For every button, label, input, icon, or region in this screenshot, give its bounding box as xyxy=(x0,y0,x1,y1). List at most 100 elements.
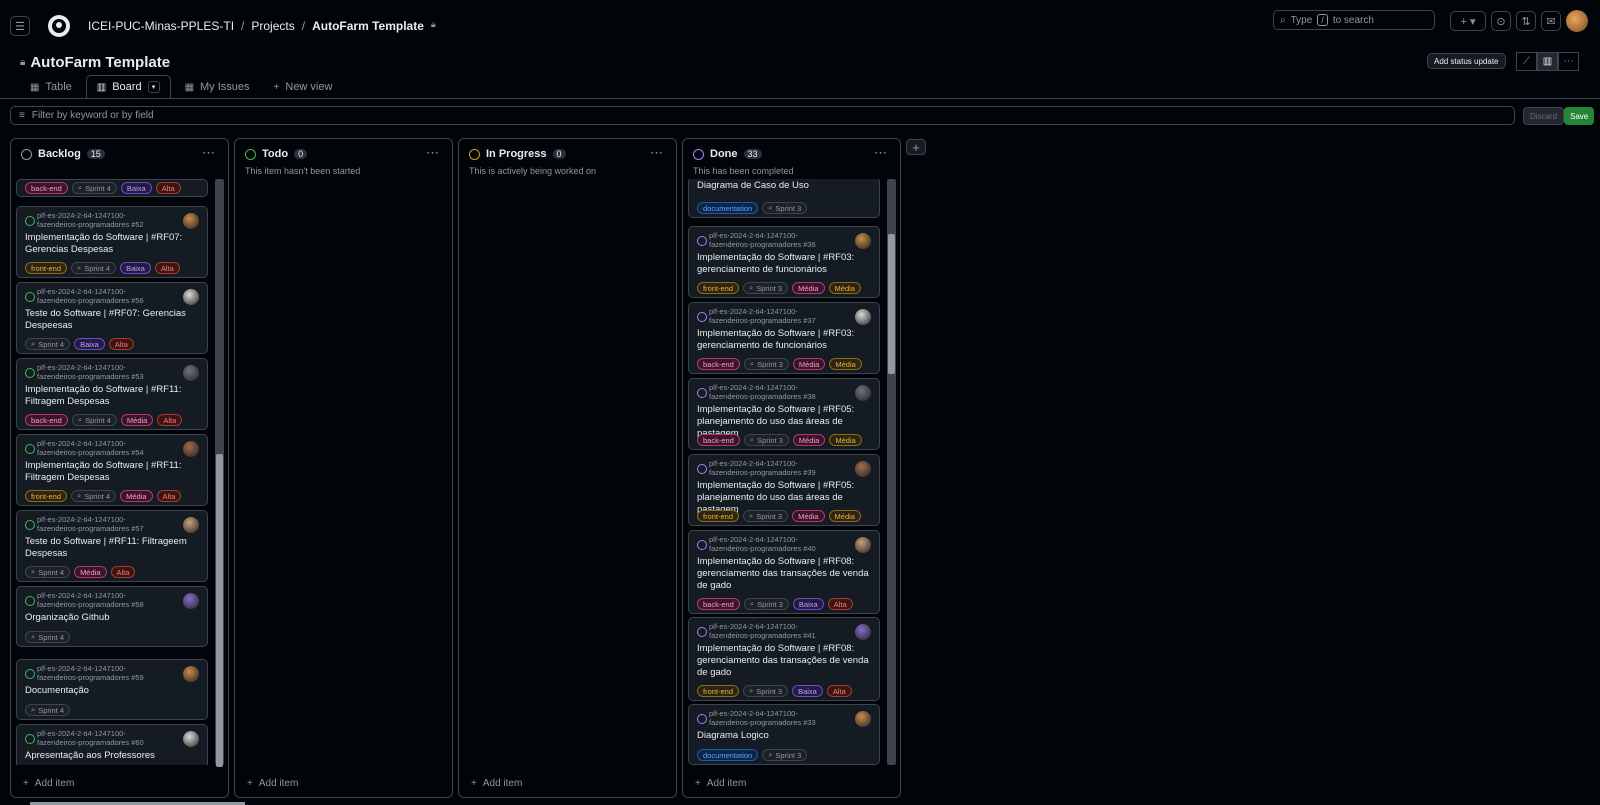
column-scrollbar[interactable] xyxy=(215,179,224,767)
side-panel-icon[interactable]: ▥ xyxy=(1537,52,1558,71)
issue-card[interactable]: plf-es-2024-2-ti4-1247100- fazendeiros-pr… xyxy=(16,510,208,582)
label-badge[interactable]: ⌕ Sprint 3 xyxy=(743,510,789,522)
issue-reference[interactable]: plf-es-2024-2-ti4-1247100- fazendeiros-pr… xyxy=(709,459,849,477)
label-badge[interactable]: Alta xyxy=(826,685,852,697)
issue-title[interactable]: Implementação do Software | #RF08: geren… xyxy=(697,643,871,679)
issue-reference[interactable]: plf-es-2024-2-ti4-1247100- fazendeiros-pr… xyxy=(37,729,177,747)
create-new-button[interactable]: + ▾ xyxy=(1450,11,1486,31)
issue-card[interactable]: back-end ⌕ Sprint 4 Baixa Alta xyxy=(16,179,208,197)
label-badge[interactable]: front-end xyxy=(697,510,740,522)
label-badge[interactable]: Média xyxy=(74,566,107,578)
chevron-down-icon[interactable]: ▾ xyxy=(147,81,160,93)
assignee-avatar[interactable] xyxy=(183,593,199,609)
assignee-avatar[interactable] xyxy=(183,213,199,229)
label-badge[interactable]: front-end xyxy=(697,282,740,294)
issue-title[interactable]: Implementação do Software | #RF08: geren… xyxy=(697,556,871,592)
label-badge[interactable]: ⌕ Sprint 3 xyxy=(762,749,808,761)
assignee-avatar[interactable] xyxy=(183,441,199,457)
tab-my-issues[interactable]: ▦ My Issues xyxy=(175,76,260,98)
label-badge[interactable]: Baixa xyxy=(792,685,823,697)
label-badge[interactable]: ⌕ Sprint 4 xyxy=(71,262,117,274)
issue-card[interactable]: plf-es-2024-2-ti4-1247100- fazendeiros-pr… xyxy=(688,454,880,526)
issue-reference[interactable]: plf-es-2024-2-ti4-1247100- fazendeiros-pr… xyxy=(37,664,177,682)
issue-reference[interactable]: plf-es-2024-2-ti4-1247100- fazendeiros-pr… xyxy=(37,591,177,609)
scrollbar-thumb[interactable] xyxy=(216,454,223,767)
issue-title[interactable]: Diagrama Logico xyxy=(697,730,871,742)
label-badge[interactable]: ⌕ Sprint 3 xyxy=(743,598,789,610)
issue-card[interactable]: plf-es-2024-2-ti4-1247100- fazendeiros-pr… xyxy=(16,659,208,720)
label-badge[interactable]: Alta xyxy=(827,598,853,610)
label-badge[interactable]: Alta xyxy=(108,338,134,350)
assignee-avatar[interactable] xyxy=(855,537,871,553)
label-badge[interactable]: Alta xyxy=(155,182,181,194)
breadcrumb-org[interactable]: ICEI-PUC-Minas-PPLES-TI xyxy=(88,19,234,33)
user-avatar[interactable] xyxy=(1566,10,1588,32)
assignee-avatar[interactable] xyxy=(183,666,199,682)
label-badge[interactable]: Baixa xyxy=(120,262,151,274)
add-item-button[interactable]: + Add item xyxy=(695,778,746,789)
assignee-avatar[interactable] xyxy=(855,624,871,640)
issue-title[interactable]: Implementação do Software | #RF11: Filtr… xyxy=(25,384,199,408)
issue-card[interactable]: plf-es-2024-2-ti4-1247100- fazendeiros-pr… xyxy=(688,378,880,450)
label-badge[interactable]: documentation xyxy=(697,749,759,761)
column-scrollbar[interactable] xyxy=(887,179,896,765)
assignee-avatar[interactable] xyxy=(855,461,871,477)
column-menu-icon[interactable]: ⋯ xyxy=(426,145,440,161)
label-badge[interactable]: Média xyxy=(792,510,825,522)
issue-card[interactable]: plf-es-2024-2-ti4-1247100- fazendeiros-pr… xyxy=(16,358,208,430)
save-button[interactable]: Save xyxy=(1564,107,1595,125)
issue-card[interactable]: plf-es-2024-2-ti4-1247100- fazendeiros-pr… xyxy=(688,530,880,614)
issue-reference[interactable]: plf-es-2024-2-ti4-1247100- fazendeiros-pr… xyxy=(37,439,177,457)
issue-title[interactable]: Implementação do Software | #RF11: Filtr… xyxy=(25,460,199,484)
label-badge[interactable]: back-end xyxy=(697,598,740,610)
issue-card[interactable]: plf-es-2024-2-ti4-1247100- fazendeiros-pr… xyxy=(16,434,208,506)
issue-reference[interactable]: plf-es-2024-2-ti4-1247100- fazendeiros-pr… xyxy=(37,515,177,533)
label-badge[interactable]: Alta xyxy=(157,414,183,426)
issue-title[interactable]: Documentação xyxy=(25,685,199,697)
issue-card[interactable]: plf-es-2024-2-ti4-1247100- fazendeiros-pr… xyxy=(16,724,208,765)
column-menu-icon[interactable]: ⋯ xyxy=(874,145,888,161)
issue-reference[interactable]: plf-es-2024-2-ti4-1247100- fazendeiros-pr… xyxy=(709,307,849,325)
label-badge[interactable]: Alta xyxy=(156,490,182,502)
label-badge[interactable]: Baixa xyxy=(792,598,824,610)
assignee-avatar[interactable] xyxy=(183,517,199,533)
issue-card[interactable]: plf-es-2024-2-ti4-1247100- fazendeiros-pr… xyxy=(688,302,880,374)
add-item-button[interactable]: + Add item xyxy=(471,778,522,789)
issue-card[interactable]: plf-es-2024-2-ti4-1247100- fazendeiros-pr… xyxy=(688,704,880,765)
label-badge[interactable]: Média xyxy=(828,510,861,522)
label-badge[interactable]: front-end xyxy=(697,685,740,697)
discard-button[interactable]: Discard xyxy=(1523,107,1565,125)
issue-card[interactable]: Diagrama de Caso de Uso documentation ⌕ Spr… xyxy=(688,179,880,218)
label-badge[interactable]: front-end xyxy=(25,490,68,502)
inbox-icon[interactable]: ✉ xyxy=(1541,11,1561,31)
label-badge[interactable]: ⌕ Sprint 3 xyxy=(762,202,808,214)
label-badge[interactable]: back-end xyxy=(25,414,68,426)
assignee-avatar[interactable] xyxy=(183,365,199,381)
label-badge[interactable]: Média xyxy=(120,414,154,426)
label-badge[interactable]: ⌕ Sprint 4 xyxy=(71,490,117,502)
pull-requests-icon[interactable]: ⇅ xyxy=(1516,11,1536,31)
filter-input[interactable]: ≡ Filter by keyword or by field xyxy=(10,106,1515,125)
issue-reference[interactable]: plf-es-2024-2-ti4-1247100- fazendeiros-pr… xyxy=(709,231,849,249)
assignee-avatar[interactable] xyxy=(855,385,871,401)
issue-reference[interactable]: plf-es-2024-2-ti4-1247100- fazendeiros-pr… xyxy=(37,363,177,381)
issue-reference[interactable]: plf-es-2024-2-ti4-1247100- fazendeiros-pr… xyxy=(709,383,849,401)
issue-title[interactable]: Implementação do Software | #RF07: Geren… xyxy=(25,232,199,256)
search-input[interactable]: ⌕ Type / to search xyxy=(1273,10,1435,30)
label-badge[interactable]: Alta xyxy=(110,566,136,578)
label-badge[interactable]: front-end xyxy=(25,262,68,274)
label-badge[interactable]: ⌕ Sprint 4 xyxy=(71,414,117,426)
column-menu-icon[interactable]: ⋯ xyxy=(650,145,664,161)
issue-title[interactable]: Implementação do Software | #RF03: geren… xyxy=(697,328,871,352)
issue-card[interactable]: plf-es-2024-2-ti4-1247100- fazendeiros-pr… xyxy=(16,282,208,354)
tab-table[interactable]: ▦ Table xyxy=(20,76,82,98)
label-badge[interactable]: Alta xyxy=(154,262,180,274)
issue-reference[interactable]: plf-es-2024-2-ti4-1247100- fazendeiros-pr… xyxy=(709,709,849,727)
label-badge[interactable]: Média xyxy=(120,490,153,502)
label-badge[interactable]: ⌕ Sprint 3 xyxy=(743,685,789,697)
assignee-avatar[interactable] xyxy=(855,711,871,727)
label-badge[interactable]: Média xyxy=(792,434,826,446)
label-badge[interactable]: back-end xyxy=(697,358,740,370)
label-badge[interactable]: back-end xyxy=(25,182,68,194)
column-menu-icon[interactable]: ⋯ xyxy=(202,145,216,161)
